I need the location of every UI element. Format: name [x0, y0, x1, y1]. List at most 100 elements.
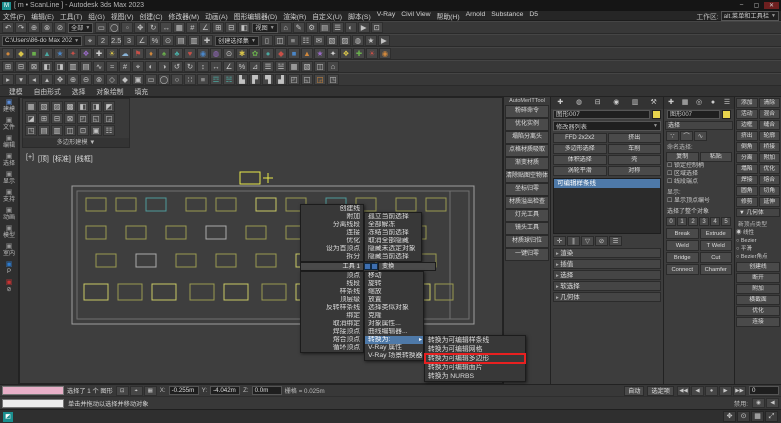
- left-dock-tab[interactable]: ▣ 文件: [0, 117, 18, 132]
- toolbar-icon[interactable]: ○: [171, 74, 183, 85]
- modifier-button[interactable]: 多边形选择: [553, 144, 607, 154]
- plugin-icon[interactable]: ☀: [106, 48, 118, 59]
- toolbar-icon[interactable]: ↺: [171, 61, 183, 72]
- toolbar-icon[interactable]: ⊘: [54, 22, 66, 33]
- quad-menu-item[interactable]: 旋转: [365, 280, 423, 288]
- toolbar-icon[interactable]: ∠: [136, 35, 149, 46]
- toolbar-icon[interactable]: ◫: [314, 61, 326, 72]
- toolbar-icon[interactable]: ▦: [288, 61, 300, 72]
- left-dock-tab[interactable]: ▣ 动画: [0, 207, 18, 222]
- number-button[interactable]: 3: [699, 217, 709, 226]
- y-coordinate-field[interactable]: -4.042m: [210, 386, 241, 395]
- ribbon-icon[interactable]: ▩: [64, 101, 76, 112]
- toolbar-icon[interactable]: ≡: [197, 74, 209, 85]
- selected-set-button[interactable]: 选定项: [647, 385, 674, 396]
- toolbar-icon[interactable]: ▾: [15, 74, 27, 85]
- menu-item[interactable]: 动画(A): [202, 11, 231, 21]
- plugin-icon[interactable]: ♣: [171, 48, 183, 59]
- toolbar-icon[interactable]: ◑: [158, 61, 170, 72]
- left-dock-tab[interactable]: ▣ 支持: [0, 189, 18, 204]
- ribbon-icon[interactable]: ◧: [77, 101, 89, 112]
- playback-button[interactable]: ●: [705, 385, 718, 396]
- geometry-button[interactable]: 横截面: [736, 295, 780, 305]
- toolbar-icon[interactable]: ↔: [210, 61, 222, 72]
- geometry-button[interactable]: 连接: [736, 317, 780, 327]
- toolbar-icon[interactable]: ✥: [54, 74, 66, 85]
- toolbar-icon[interactable]: ◧: [238, 22, 251, 33]
- number-button[interactable]: 4: [710, 217, 720, 226]
- viewport-nav-button[interactable]: ✥: [723, 411, 736, 422]
- ribbon-tab[interactable]: 填充: [130, 86, 154, 96]
- quad-menu-item[interactable]: 放置: [365, 296, 423, 304]
- ribbon-tab[interactable]: 选择: [67, 86, 91, 96]
- plugin-icon[interactable]: ✦: [67, 48, 79, 59]
- toolbar-icon[interactable]: ▶: [357, 22, 370, 33]
- toolbar-icon[interactable]: ◯: [108, 22, 121, 33]
- toolbar-icon[interactable]: ↻: [147, 22, 160, 33]
- toolbar-icon[interactable]: ▦: [173, 22, 186, 33]
- checkbox-option[interactable]: ☐ 线段端点: [665, 178, 733, 186]
- ribbon-icon[interactable]: ◳: [25, 125, 37, 136]
- ribbon-icon[interactable]: ⊠: [64, 113, 76, 124]
- dock-tab-icon[interactable]: ☰: [720, 97, 734, 109]
- spline-op-button[interactable]: 优化: [758, 164, 780, 174]
- toolbar-icon[interactable]: ☵: [223, 74, 235, 85]
- script-button[interactable]: 粉碎命令: [504, 105, 549, 118]
- modifier-button[interactable]: 体积选择: [553, 155, 607, 165]
- checkbox-option[interactable]: ☐ 锁定控制柄: [665, 162, 733, 170]
- ribbon-icon[interactable]: ▥: [51, 125, 63, 136]
- modifier-button[interactable]: 挤出: [607, 133, 661, 143]
- spline-op-button[interactable]: 塌陷: [736, 164, 758, 174]
- plugin-icon[interactable]: ◉: [379, 48, 391, 59]
- script-button[interactable]: 清除贴图空物体: [504, 170, 549, 183]
- ribbon-icon[interactable]: ◱: [90, 113, 102, 124]
- plugin-icon[interactable]: ❖: [340, 48, 352, 59]
- spline-op-button[interactable]: 活动: [736, 109, 758, 119]
- menu-item[interactable]: 脚本(S): [345, 11, 374, 21]
- quad-menu-item[interactable]: 顶点: [301, 272, 363, 280]
- script-button[interactable]: 优化实例: [504, 118, 549, 131]
- toolbar-icon[interactable]: #: [186, 22, 199, 33]
- quad-menu-item[interactable]: 转换为:: [365, 336, 423, 344]
- plugin-icon[interactable]: ●: [2, 48, 14, 59]
- menu-item[interactable]: 创建(C): [137, 11, 166, 21]
- toolbar-icon[interactable]: ≈: [106, 61, 118, 72]
- plugin-icon[interactable]: ♠: [158, 48, 170, 59]
- toolbar-icon[interactable]: ▶: [377, 35, 390, 46]
- command-panel-tab[interactable]: ⚒: [644, 97, 663, 109]
- vertex-type-radio[interactable]: ◉ 线性: [736, 229, 780, 237]
- quad-menu-item[interactable]: 移动: [365, 272, 423, 280]
- toolbar-icon[interactable]: ▭: [145, 74, 157, 85]
- toolbar-icon[interactable]: ◲: [314, 74, 326, 85]
- toolbar-icon[interactable]: ▯: [260, 35, 273, 46]
- toolbar-icon[interactable]: ☲: [210, 74, 222, 85]
- workspace-selector[interactable]: 工作区: alt.菜单和工具栏 ▼: [696, 10, 781, 21]
- ribbon-icon[interactable]: ◲: [103, 113, 115, 124]
- toolbar-icon[interactable]: ▧: [301, 61, 313, 72]
- toolbar-icon[interactable]: ◯: [158, 74, 170, 85]
- toolbar-icon[interactable]: ▤: [175, 35, 188, 46]
- geometry-button[interactable]: 创建线: [736, 262, 780, 272]
- toolbar-icon[interactable]: ▟: [275, 74, 287, 85]
- plugin-icon[interactable]: ★: [54, 48, 66, 59]
- menu-item[interactable]: 图形编辑器(D): [231, 11, 280, 21]
- quad-menu-item[interactable]: 熔合顶点: [301, 336, 363, 344]
- toolbar-icon[interactable]: ▸: [2, 74, 14, 85]
- spline-op-button[interactable]: 缝合: [758, 120, 780, 130]
- left-dock-tab[interactable]: ▣ 建模: [0, 99, 18, 114]
- ribbon-icon[interactable]: ▤: [38, 125, 50, 136]
- maxscript-listener-white[interactable]: [2, 398, 64, 408]
- spline-op-button[interactable]: 挤出: [736, 131, 758, 141]
- ribbon-icon[interactable]: ⊟: [51, 113, 63, 124]
- poly-tool-button[interactable]: Bridge: [666, 252, 699, 263]
- toolbar-icon[interactable]: ⌖: [84, 35, 97, 46]
- stack-tool-icon[interactable]: ✛: [553, 236, 566, 246]
- toolbar-icon[interactable]: ▧: [325, 35, 338, 46]
- toolbar-icon[interactable]: ⊠: [28, 61, 40, 72]
- status-icon[interactable]: ⌖: [129, 385, 143, 396]
- maximize-button[interactable]: ▢: [749, 2, 764, 9]
- quad-menu-item[interactable]: 克隆: [365, 312, 423, 320]
- object-name-field[interactable]: 图形007: [553, 110, 650, 119]
- show-vertex-numbers-checkbox[interactable]: ☐ 显示顶点编号: [665, 197, 733, 205]
- current-frame-field[interactable]: 0: [749, 386, 779, 395]
